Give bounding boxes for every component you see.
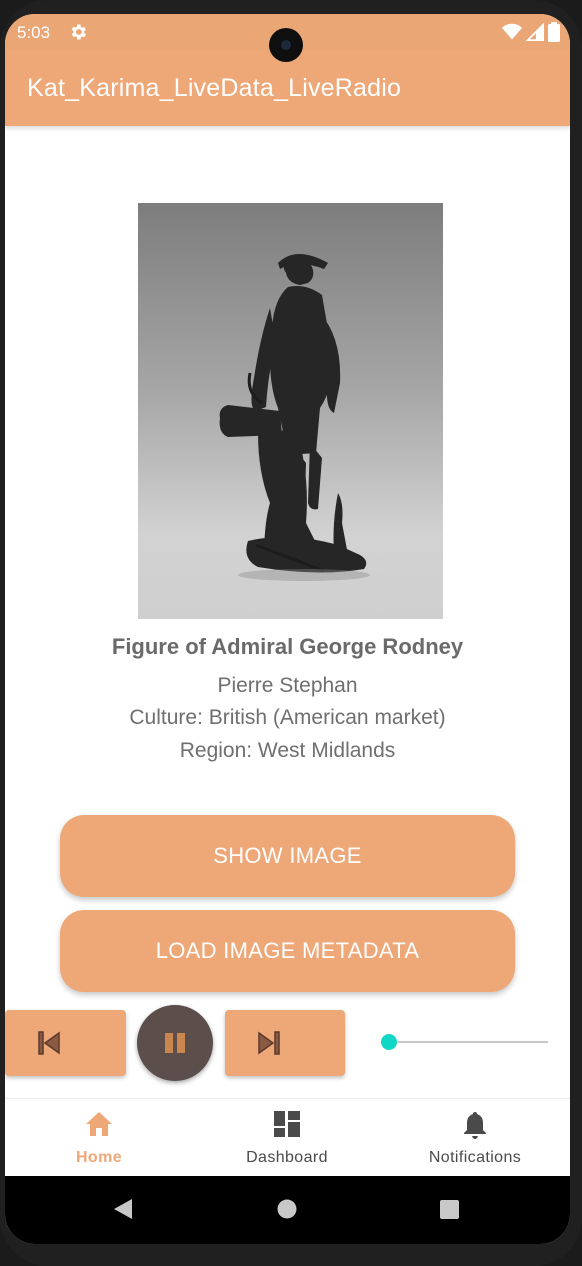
artwork-title: Figure of Admiral George Rodney [111, 634, 464, 659]
nav-notifications-label: Notifications [428, 1149, 522, 1166]
screen: 5:03 Kat_Karima_LiveData_LiveRadio Figur… [5, 14, 570, 1244]
nav-notifications[interactable]: Notifications [381, 1099, 569, 1177]
back-icon[interactable] [113, 1198, 133, 1220]
signal-icon [526, 23, 544, 41]
skip-previous-icon [38, 1031, 60, 1055]
gear-icon [71, 24, 86, 40]
app-title: Kat_Karima_LiveData_LiveRadio [27, 74, 402, 102]
battery-icon [548, 22, 560, 42]
device-frame: 5:03 Kat_Karima_LiveData_LiveRadio Figur… [0, 0, 582, 1266]
nav-home-label: Home [75, 1149, 123, 1166]
home-circle-icon[interactable] [277, 1199, 297, 1219]
bottom-navigation: Home Dashboard Notifications [5, 1098, 570, 1177]
artwork-artist: Pierre Stephan [217, 674, 358, 697]
front-camera [269, 28, 303, 62]
nav-home[interactable]: Home [5, 1099, 193, 1177]
statue-figure [219, 254, 370, 581]
bell-icon [464, 1112, 486, 1139]
show-image-button[interactable]: SHOW IMAGE [60, 815, 515, 897]
home-icon [86, 1112, 112, 1136]
recents-icon[interactable] [440, 1200, 459, 1219]
pause-icon [165, 1033, 185, 1053]
nav-dashboard[interactable]: Dashboard [193, 1099, 381, 1177]
previous-button[interactable] [5, 1010, 126, 1076]
seek-thumb[interactable] [381, 1034, 397, 1050]
status-time: 5:03 [17, 23, 51, 42]
nav-dashboard-label: Dashboard [246, 1149, 328, 1166]
artwork-culture: Culture: British (American market) [129, 706, 446, 729]
system-navigation-bar [5, 1176, 570, 1244]
pause-button[interactable] [137, 1005, 213, 1081]
skip-next-icon [258, 1031, 280, 1055]
seek-bar[interactable] [390, 1041, 548, 1043]
wifi-icon [502, 23, 522, 40]
artwork-region: Region: West Midlands [179, 739, 396, 762]
artwork-image [138, 203, 443, 619]
dashboard-icon [274, 1111, 300, 1137]
next-button[interactable] [225, 1010, 345, 1076]
load-metadata-button[interactable]: LOAD IMAGE METADATA [60, 910, 515, 992]
